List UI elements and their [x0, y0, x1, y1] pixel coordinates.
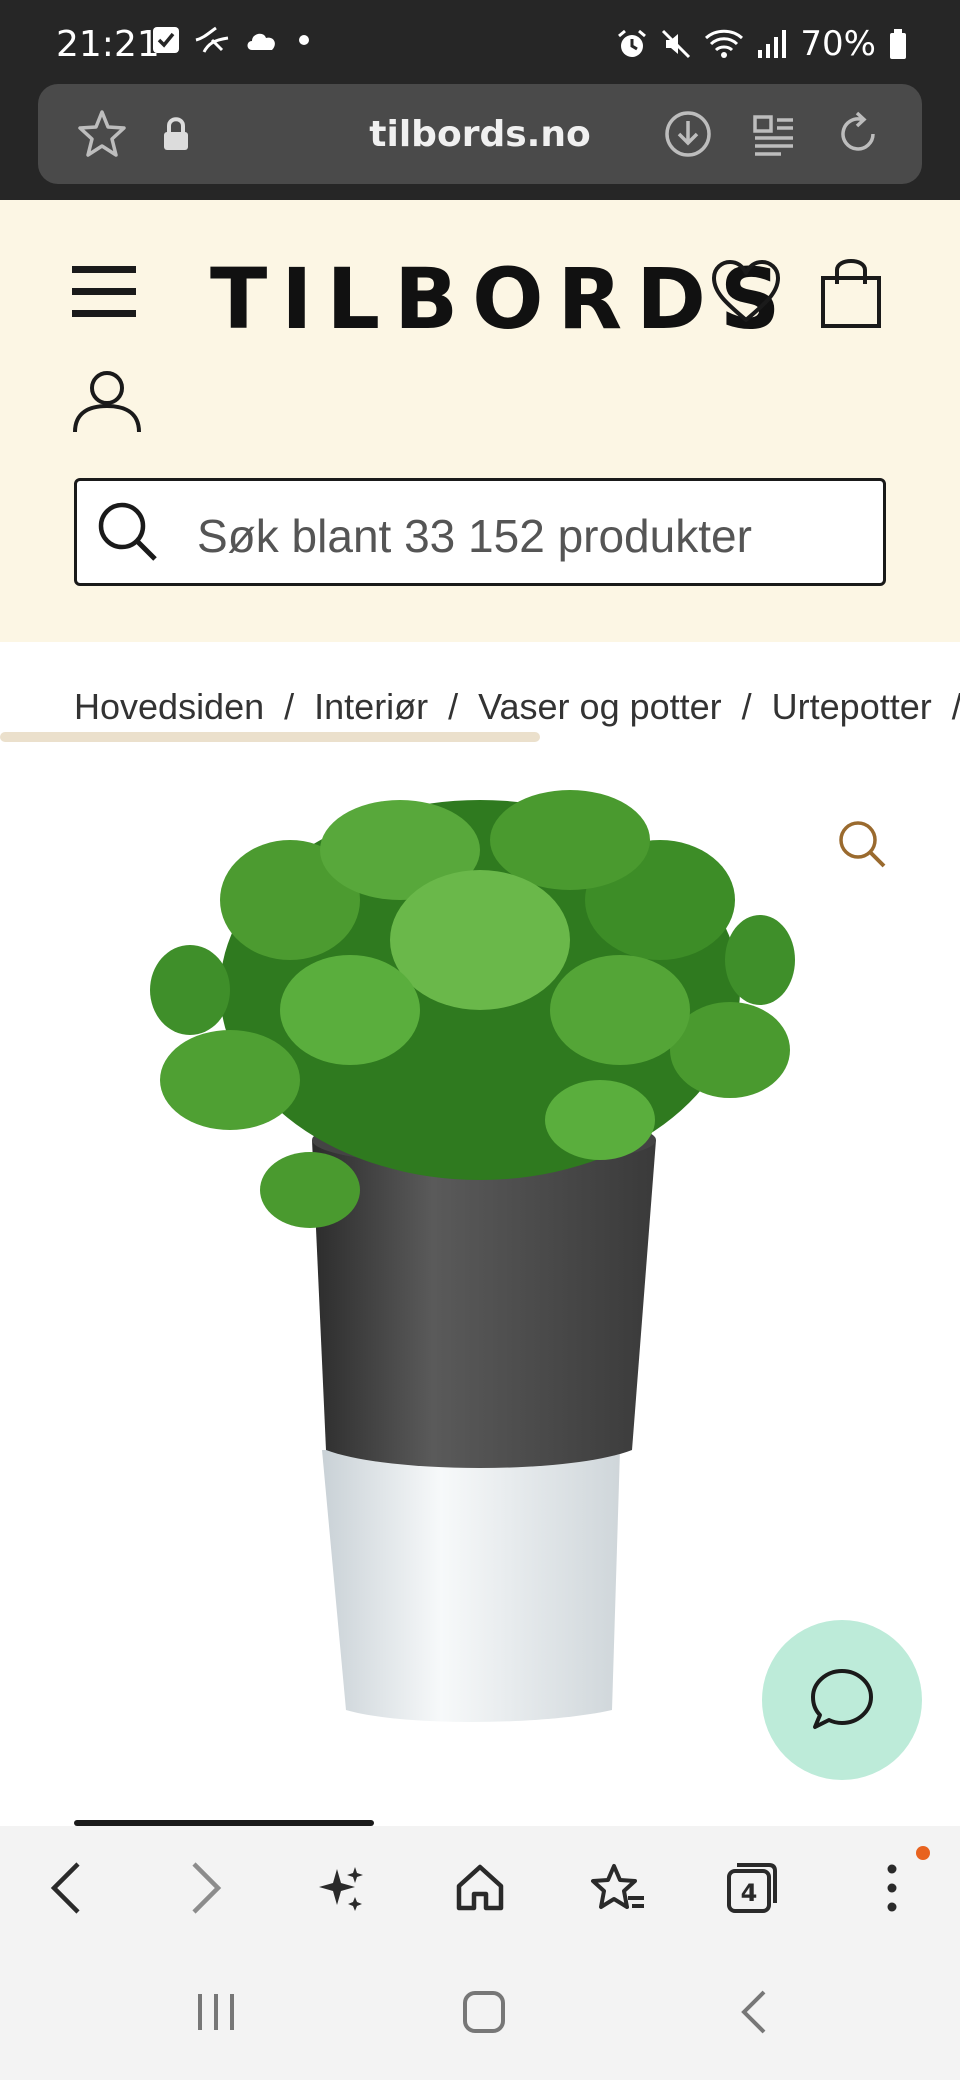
browser-toolbar: 4	[0, 1826, 960, 1946]
breadcrumb-separator: /	[284, 686, 295, 727]
tabs-icon[interactable]: 4	[720, 1856, 784, 1920]
check-square-icon	[153, 27, 179, 53]
breadcrumb-separator: /	[952, 686, 960, 728]
url-bar-region: tilbords.no	[0, 84, 960, 200]
url-bar[interactable]: tilbords.no	[38, 84, 922, 184]
download-icon[interactable]	[660, 106, 716, 162]
user-icon[interactable]	[72, 370, 142, 439]
battery-percent: 70%	[800, 24, 876, 64]
status-left-icons	[152, 26, 314, 54]
home-icon[interactable]	[448, 1856, 512, 1920]
svg-text:4: 4	[741, 1879, 758, 1907]
signal-icon	[758, 30, 787, 58]
chat-button[interactable]	[762, 1620, 922, 1780]
breadcrumb-item-interior[interactable]: Interiør	[314, 686, 428, 728]
breadcrumb-separator: /	[448, 686, 459, 727]
dot-icon	[299, 35, 309, 45]
notification-dot	[916, 1846, 930, 1860]
breadcrumb-item-herb-pots[interactable]: Urtepotter	[772, 686, 932, 728]
product-image[interactable]	[100, 790, 880, 1730]
forward-icon[interactable]	[174, 1856, 238, 1920]
back-icon[interactable]	[34, 1856, 98, 1920]
chat-bubble-icon	[811, 1669, 873, 1729]
battery-icon	[890, 29, 906, 59]
breadcrumb-scrollbar[interactable]	[0, 732, 540, 742]
breadcrumb-item-vases[interactable]: Vaser og potter	[478, 686, 721, 728]
menu-icon[interactable]	[72, 266, 136, 322]
search-icon	[98, 502, 157, 561]
status-right: 70%	[616, 24, 908, 64]
status-bar: 21:21 70%	[0, 0, 960, 84]
sparkle-icon[interactable]	[310, 1856, 374, 1920]
more-menu-icon[interactable]	[860, 1856, 924, 1920]
refresh-icon[interactable]	[830, 106, 886, 162]
cloud-icon	[247, 33, 275, 50]
system-nav-bar	[0, 1946, 960, 2080]
alarm-icon	[618, 29, 647, 57]
breadcrumb: Hovedsiden / Interiør / Vaser og potter …	[74, 686, 960, 728]
site-header: TILBORDS Søk blant 33 152 produkter	[0, 200, 960, 642]
bird-icon	[195, 26, 229, 53]
search-placeholder: Søk blant 33 152 produkter	[197, 510, 752, 562]
site-logo[interactable]: TILBORDS	[210, 250, 794, 348]
search-input[interactable]: Søk blant 33 152 produkter	[74, 478, 886, 586]
recent-apps-icon[interactable]	[184, 1980, 248, 2044]
zoom-icon[interactable]	[834, 816, 890, 872]
status-time: 21:21	[56, 24, 160, 65]
mute-icon	[662, 29, 691, 59]
nav-back-icon[interactable]	[722, 1980, 786, 2044]
breadcrumb-item-home[interactable]: Hovedsiden	[74, 686, 264, 728]
home-button-icon[interactable]	[452, 1980, 516, 2044]
bookmarks-icon[interactable]	[586, 1856, 650, 1920]
heart-icon[interactable]	[710, 258, 782, 329]
breadcrumb-separator: /	[741, 686, 752, 727]
wifi-icon	[705, 29, 744, 58]
cart-icon[interactable]	[820, 256, 882, 335]
reader-mode-icon[interactable]	[746, 106, 802, 162]
